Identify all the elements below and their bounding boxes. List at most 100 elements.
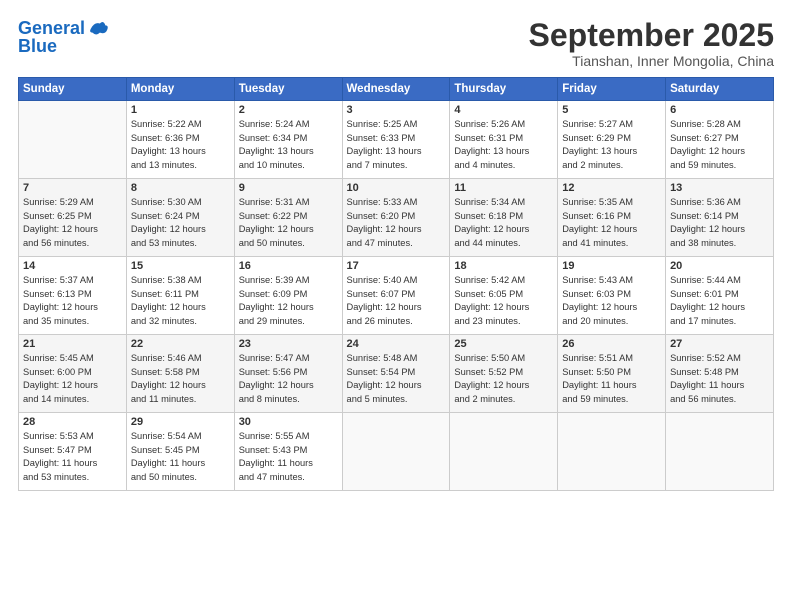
table-row: 16 Sunrise: 5:39 AMSunset: 6:09 PMDayligh…: [234, 257, 342, 335]
table-row: 25Sunrise: 5:50 AMSunset: 5:52 PMDayligh…: [450, 335, 558, 413]
cell-info: Sunrise: 5:52 AMSunset: 5:48 PMDaylight:…: [670, 352, 769, 406]
table-row: 18 Sunrise: 5:42 AMSunset: 6:05 PMDayligh…: [450, 257, 558, 335]
table-row: 13 Sunrise: 5:36 AMSunset: 6:14 PMDayligh…: [666, 179, 774, 257]
cell-info: Sunrise: 5:48 AMSunset: 5:54 PMDaylight:…: [347, 352, 446, 406]
table-row: 19Sunrise: 5:43 AMSunset: 6:03 PMDayligh…: [558, 257, 666, 335]
col-friday: Friday: [558, 78, 666, 101]
cell-info: Sunrise: 5:38 AMSunset: 6:11 PMDaylight:…: [131, 274, 230, 328]
col-thursday: Thursday: [450, 78, 558, 101]
table-row: 4 Sunrise: 5:26 AMSunset: 6:31 PMDaylight…: [450, 101, 558, 179]
title-block: September 2025 Tianshan, Inner Mongolia,…: [529, 18, 774, 69]
day-number: 8: [131, 182, 230, 194]
table-row: 27 Sunrise: 5:52 AMSunset: 5:48 PMDayligh…: [666, 335, 774, 413]
table-row: 5 Sunrise: 5:27 AMSunset: 6:29 PMDaylight…: [558, 101, 666, 179]
day-number: 1: [131, 104, 230, 116]
day-number: 23: [239, 338, 338, 350]
day-number: 4: [454, 104, 553, 116]
cell-info: Sunrise: 5:31 AMSunset: 6:22 PMDaylight:…: [239, 196, 338, 250]
day-number: 26: [562, 338, 661, 350]
calendar-week-row: 21 Sunrise: 5:45 AMSunset: 6:00 PMDayligh…: [19, 335, 774, 413]
day-number: 2: [239, 104, 338, 116]
col-tuesday: Tuesday: [234, 78, 342, 101]
table-row: 1 Sunrise: 5:22 AMSunset: 6:36 PMDaylight…: [126, 101, 234, 179]
cell-info: Sunrise: 5:44 AMSunset: 6:01 PMDaylight:…: [670, 274, 769, 328]
day-number: 12: [562, 182, 661, 194]
day-number: 17: [347, 260, 446, 272]
day-number: 10: [347, 182, 446, 194]
day-number: 7: [23, 182, 122, 194]
table-row: 9 Sunrise: 5:31 AMSunset: 6:22 PMDaylight…: [234, 179, 342, 257]
cell-info: Sunrise: 5:45 AMSunset: 6:00 PMDaylight:…: [23, 352, 122, 406]
col-monday: Monday: [126, 78, 234, 101]
logo: General Blue: [18, 18, 109, 57]
cell-info: Sunrise: 5:51 AMSunset: 5:50 PMDaylight:…: [562, 352, 661, 406]
cell-info: Sunrise: 5:28 AMSunset: 6:27 PMDaylight:…: [670, 118, 769, 172]
calendar-week-row: 28 Sunrise: 5:53 AMSunset: 5:47 PMDayligh…: [19, 413, 774, 491]
table-row: 3Sunrise: 5:25 AMSunset: 6:33 PMDaylight…: [342, 101, 450, 179]
day-number: 13: [670, 182, 769, 194]
table-row: [450, 413, 558, 491]
table-row: 8Sunrise: 5:30 AMSunset: 6:24 PMDaylight…: [126, 179, 234, 257]
day-number: 19: [562, 260, 661, 272]
day-number: 6: [670, 104, 769, 116]
table-row: 26 Sunrise: 5:51 AMSunset: 5:50 PMDayligh…: [558, 335, 666, 413]
calendar-week-row: 1 Sunrise: 5:22 AMSunset: 6:36 PMDaylight…: [19, 101, 774, 179]
table-row: 7Sunrise: 5:29 AMSunset: 6:25 PMDaylight…: [19, 179, 127, 257]
day-number: 30: [239, 416, 338, 428]
table-row: 30Sunrise: 5:55 AMSunset: 5:43 PMDayligh…: [234, 413, 342, 491]
cell-info: Sunrise: 5:53 AMSunset: 5:47 PMDaylight:…: [23, 430, 122, 484]
calendar-week-row: 14Sunrise: 5:37 AMSunset: 6:13 PMDayligh…: [19, 257, 774, 335]
col-saturday: Saturday: [666, 78, 774, 101]
cell-info: Sunrise: 5:40 AMSunset: 6:07 PMDaylight:…: [347, 274, 446, 328]
table-row: 11 Sunrise: 5:34 AMSunset: 6:18 PMDayligh…: [450, 179, 558, 257]
cell-info: Sunrise: 5:26 AMSunset: 6:31 PMDaylight:…: [454, 118, 553, 172]
day-number: 21: [23, 338, 122, 350]
cell-info: Sunrise: 5:34 AMSunset: 6:18 PMDaylight:…: [454, 196, 553, 250]
cell-info: Sunrise: 5:33 AMSunset: 6:20 PMDaylight:…: [347, 196, 446, 250]
table-row: 10 Sunrise: 5:33 AMSunset: 6:20 PMDayligh…: [342, 179, 450, 257]
table-row: 22 Sunrise: 5:46 AMSunset: 5:58 PMDayligh…: [126, 335, 234, 413]
table-row: 24Sunrise: 5:48 AMSunset: 5:54 PMDayligh…: [342, 335, 450, 413]
day-number: 20: [670, 260, 769, 272]
cell-info: Sunrise: 5:50 AMSunset: 5:52 PMDaylight:…: [454, 352, 553, 406]
table-row: 15Sunrise: 5:38 AMSunset: 6:11 PMDayligh…: [126, 257, 234, 335]
calendar-table: Sunday Monday Tuesday Wednesday Thursday…: [18, 77, 774, 491]
col-sunday: Sunday: [19, 78, 127, 101]
day-number: 11: [454, 182, 553, 194]
day-number: 27: [670, 338, 769, 350]
cell-info: Sunrise: 5:46 AMSunset: 5:58 PMDaylight:…: [131, 352, 230, 406]
cell-info: Sunrise: 5:54 AMSunset: 5:45 PMDaylight:…: [131, 430, 230, 484]
cell-info: Sunrise: 5:42 AMSunset: 6:05 PMDaylight:…: [454, 274, 553, 328]
table-row: 28 Sunrise: 5:53 AMSunset: 5:47 PMDayligh…: [19, 413, 127, 491]
cell-info: Sunrise: 5:36 AMSunset: 6:14 PMDaylight:…: [670, 196, 769, 250]
day-number: 28: [23, 416, 122, 428]
day-number: 22: [131, 338, 230, 350]
day-number: 3: [347, 104, 446, 116]
col-wednesday: Wednesday: [342, 78, 450, 101]
table-row: 14Sunrise: 5:37 AMSunset: 6:13 PMDayligh…: [19, 257, 127, 335]
cell-info: Sunrise: 5:27 AMSunset: 6:29 PMDaylight:…: [562, 118, 661, 172]
table-row: 23Sunrise: 5:47 AMSunset: 5:56 PMDayligh…: [234, 335, 342, 413]
table-row: [19, 101, 127, 179]
table-row: 20 Sunrise: 5:44 AMSunset: 6:01 PMDayligh…: [666, 257, 774, 335]
table-row: [558, 413, 666, 491]
header: General Blue September 2025 Tianshan, In…: [18, 18, 774, 69]
cell-info: Sunrise: 5:22 AMSunset: 6:36 PMDaylight:…: [131, 118, 230, 172]
table-row: 21 Sunrise: 5:45 AMSunset: 6:00 PMDayligh…: [19, 335, 127, 413]
table-row: 29 Sunrise: 5:54 AMSunset: 5:45 PMDayligh…: [126, 413, 234, 491]
table-row: 17 Sunrise: 5:40 AMSunset: 6:07 PMDayligh…: [342, 257, 450, 335]
cell-info: Sunrise: 5:24 AMSunset: 6:34 PMDaylight:…: [239, 118, 338, 172]
table-row: 12 Sunrise: 5:35 AMSunset: 6:16 PMDayligh…: [558, 179, 666, 257]
calendar-header-row: Sunday Monday Tuesday Wednesday Thursday…: [19, 78, 774, 101]
cell-info: Sunrise: 5:37 AMSunset: 6:13 PMDaylight:…: [23, 274, 122, 328]
day-number: 5: [562, 104, 661, 116]
day-number: 18: [454, 260, 553, 272]
day-number: 9: [239, 182, 338, 194]
location: Tianshan, Inner Mongolia, China: [529, 53, 774, 69]
month-title: September 2025: [529, 18, 774, 53]
cell-info: Sunrise: 5:35 AMSunset: 6:16 PMDaylight:…: [562, 196, 661, 250]
cell-info: Sunrise: 5:39 AMSunset: 6:09 PMDaylight:…: [239, 274, 338, 328]
table-row: 2 Sunrise: 5:24 AMSunset: 6:34 PMDaylight…: [234, 101, 342, 179]
day-number: 16: [239, 260, 338, 272]
day-number: 29: [131, 416, 230, 428]
